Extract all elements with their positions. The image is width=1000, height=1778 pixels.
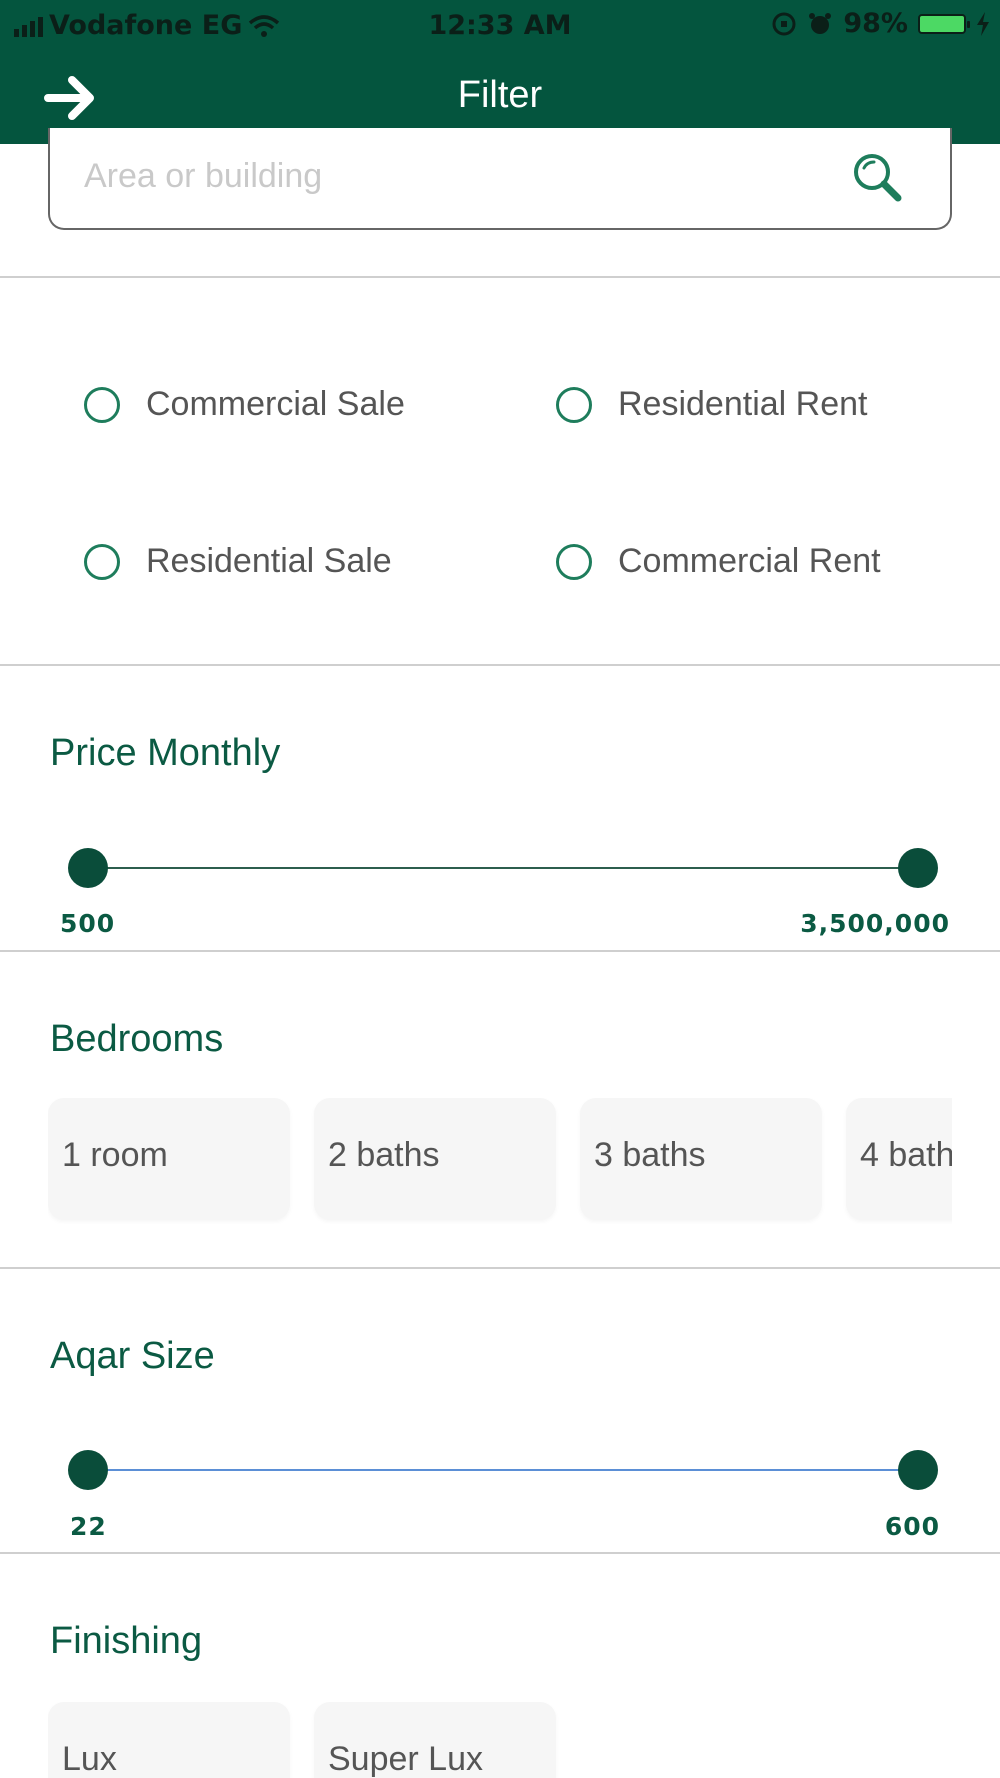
radio-circle[interactable] xyxy=(556,386,592,423)
bedroom-chip-4[interactable]: 4 baths xyxy=(846,1098,952,1220)
radio-label: Residential Sale xyxy=(146,542,392,580)
radio-commercial-rent[interactable]: Commercial Rent xyxy=(556,542,881,581)
chip-label: 3 baths xyxy=(594,1136,706,1174)
finishing-options: Lux Super Lux xyxy=(48,1702,952,1778)
bedrooms-options: 1 room 2 baths 3 baths 4 baths xyxy=(48,1098,952,1224)
chip-label: Super Lux xyxy=(328,1740,483,1778)
app-header: Vodafone EG 12:33 AM 98% Filter xyxy=(0,0,1000,144)
search-icon[interactable] xyxy=(850,150,906,206)
finishing-chip-lux[interactable]: Lux xyxy=(48,1702,290,1778)
page-title: Filter xyxy=(457,74,543,116)
divider xyxy=(0,950,1000,952)
radio-commercial-sale[interactable]: Commercial Sale xyxy=(84,385,405,424)
divider xyxy=(0,1552,1000,1554)
divider xyxy=(0,1267,1000,1269)
chip-label: 4 baths xyxy=(860,1136,952,1174)
size-min-value: 22 xyxy=(70,1512,107,1541)
status-bar: Vodafone EG 12:33 AM 98% xyxy=(0,0,1000,50)
bedroom-chip-1[interactable]: 1 room xyxy=(48,1098,290,1220)
radio-residential-sale[interactable]: Residential Sale xyxy=(84,542,392,581)
price-range-slider[interactable] xyxy=(68,846,938,890)
search-input[interactable] xyxy=(84,152,844,200)
bedroom-chip-2[interactable]: 2 baths xyxy=(314,1098,556,1220)
charging-icon xyxy=(977,11,989,36)
radio-label: Commercial Sale xyxy=(146,385,405,423)
battery-percent: 98% xyxy=(843,8,908,39)
search-box xyxy=(48,128,952,230)
chip-label: Lux xyxy=(62,1740,117,1778)
size-max-value: 600 xyxy=(884,1512,940,1541)
size-range-slider[interactable] xyxy=(68,1448,938,1492)
radio-circle[interactable] xyxy=(84,543,120,580)
divider xyxy=(0,276,1000,278)
slider-min-thumb[interactable] xyxy=(68,848,108,888)
price-max-value: 3,500,000 xyxy=(800,909,950,938)
slider-max-thumb[interactable] xyxy=(898,848,938,888)
finishing-section-title: Finishing xyxy=(50,1620,203,1662)
radio-residential-rent[interactable]: Residential Rent xyxy=(556,385,867,424)
chip-label: 2 baths xyxy=(328,1136,440,1174)
radio-label: Commercial Rent xyxy=(618,542,881,580)
orientation-lock-icon xyxy=(772,12,796,35)
alarm-icon xyxy=(809,12,832,34)
bedroom-chip-3[interactable]: 3 baths xyxy=(580,1098,822,1220)
divider xyxy=(0,664,1000,666)
battery-icon xyxy=(918,13,970,34)
slider-min-thumb[interactable] xyxy=(68,1450,108,1490)
size-section-title: Aqar Size xyxy=(50,1335,215,1377)
radio-circle[interactable] xyxy=(556,543,592,580)
radio-label: Residential Rent xyxy=(618,385,868,423)
status-right: 98% xyxy=(771,8,990,39)
slider-track xyxy=(88,867,918,869)
slider-track xyxy=(88,1469,918,1471)
bedrooms-section-title: Bedrooms xyxy=(50,1018,224,1060)
slider-max-thumb[interactable] xyxy=(898,1450,938,1490)
finishing-chip-super-lux[interactable]: Super Lux xyxy=(314,1702,556,1778)
price-section-title: Price Monthly xyxy=(50,732,281,774)
chip-label: 1 room xyxy=(62,1136,168,1174)
radio-circle[interactable] xyxy=(84,386,120,423)
price-min-value: 500 xyxy=(60,909,116,938)
